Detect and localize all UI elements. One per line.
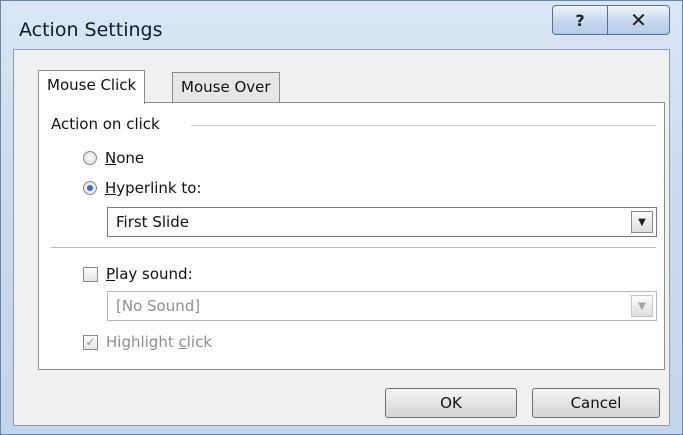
titlebar-buttons: ? ✕ <box>552 5 670 35</box>
action-group-label: Action on click <box>51 115 160 133</box>
cancel-button[interactable]: Cancel <box>532 388 660 418</box>
radio-hyperlink-button[interactable] <box>83 181 97 195</box>
hyperlink-dropdown[interactable]: First Slide ▼ <box>107 207 657 237</box>
play-sound-label: Play sound: <box>106 265 193 283</box>
hyperlink-value: First Slide <box>116 213 189 231</box>
sound-value: [No Sound] <box>116 297 201 315</box>
window-title: Action Settings <box>19 19 163 41</box>
play-sound-checkbox[interactable] <box>83 266 98 282</box>
ok-button[interactable]: OK <box>385 388 517 418</box>
chevron-down-icon[interactable]: ▼ <box>631 211 653 233</box>
radio-none-label: None <box>105 149 145 167</box>
highlight-click-label: Highlight click <box>106 333 213 351</box>
action-settings-dialog: Action Settings ? ✕ Mouse Click Mouse Ov… <box>0 0 683 435</box>
radio-none-button[interactable] <box>83 151 97 165</box>
separator <box>51 247 656 248</box>
group-divider <box>191 125 656 126</box>
radio-hyperlink-label: Hyperlink to: <box>105 179 202 197</box>
help-button[interactable]: ? <box>552 5 608 35</box>
dialog-body: Mouse Click Mouse Over Action on click N… <box>13 49 670 426</box>
radio-hyperlink[interactable]: Hyperlink to: <box>83 179 201 197</box>
chevron-down-icon[interactable]: ▼ <box>631 295 653 317</box>
tab-mouse-click[interactable]: Mouse Click <box>38 70 146 104</box>
tab-panel: Action on click None Hyperlink to: First… <box>38 102 665 370</box>
tab-mouse-over[interactable]: Mouse Over <box>172 72 280 102</box>
highlight-click-row[interactable]: ✓ Highlight click <box>83 333 212 351</box>
play-sound-row[interactable]: Play sound: <box>83 265 193 283</box>
radio-none[interactable]: None <box>83 149 144 167</box>
close-button[interactable]: ✕ <box>608 5 670 35</box>
highlight-click-checkbox[interactable]: ✓ <box>83 334 98 350</box>
sound-dropdown[interactable]: [No Sound] ▼ <box>107 291 657 321</box>
